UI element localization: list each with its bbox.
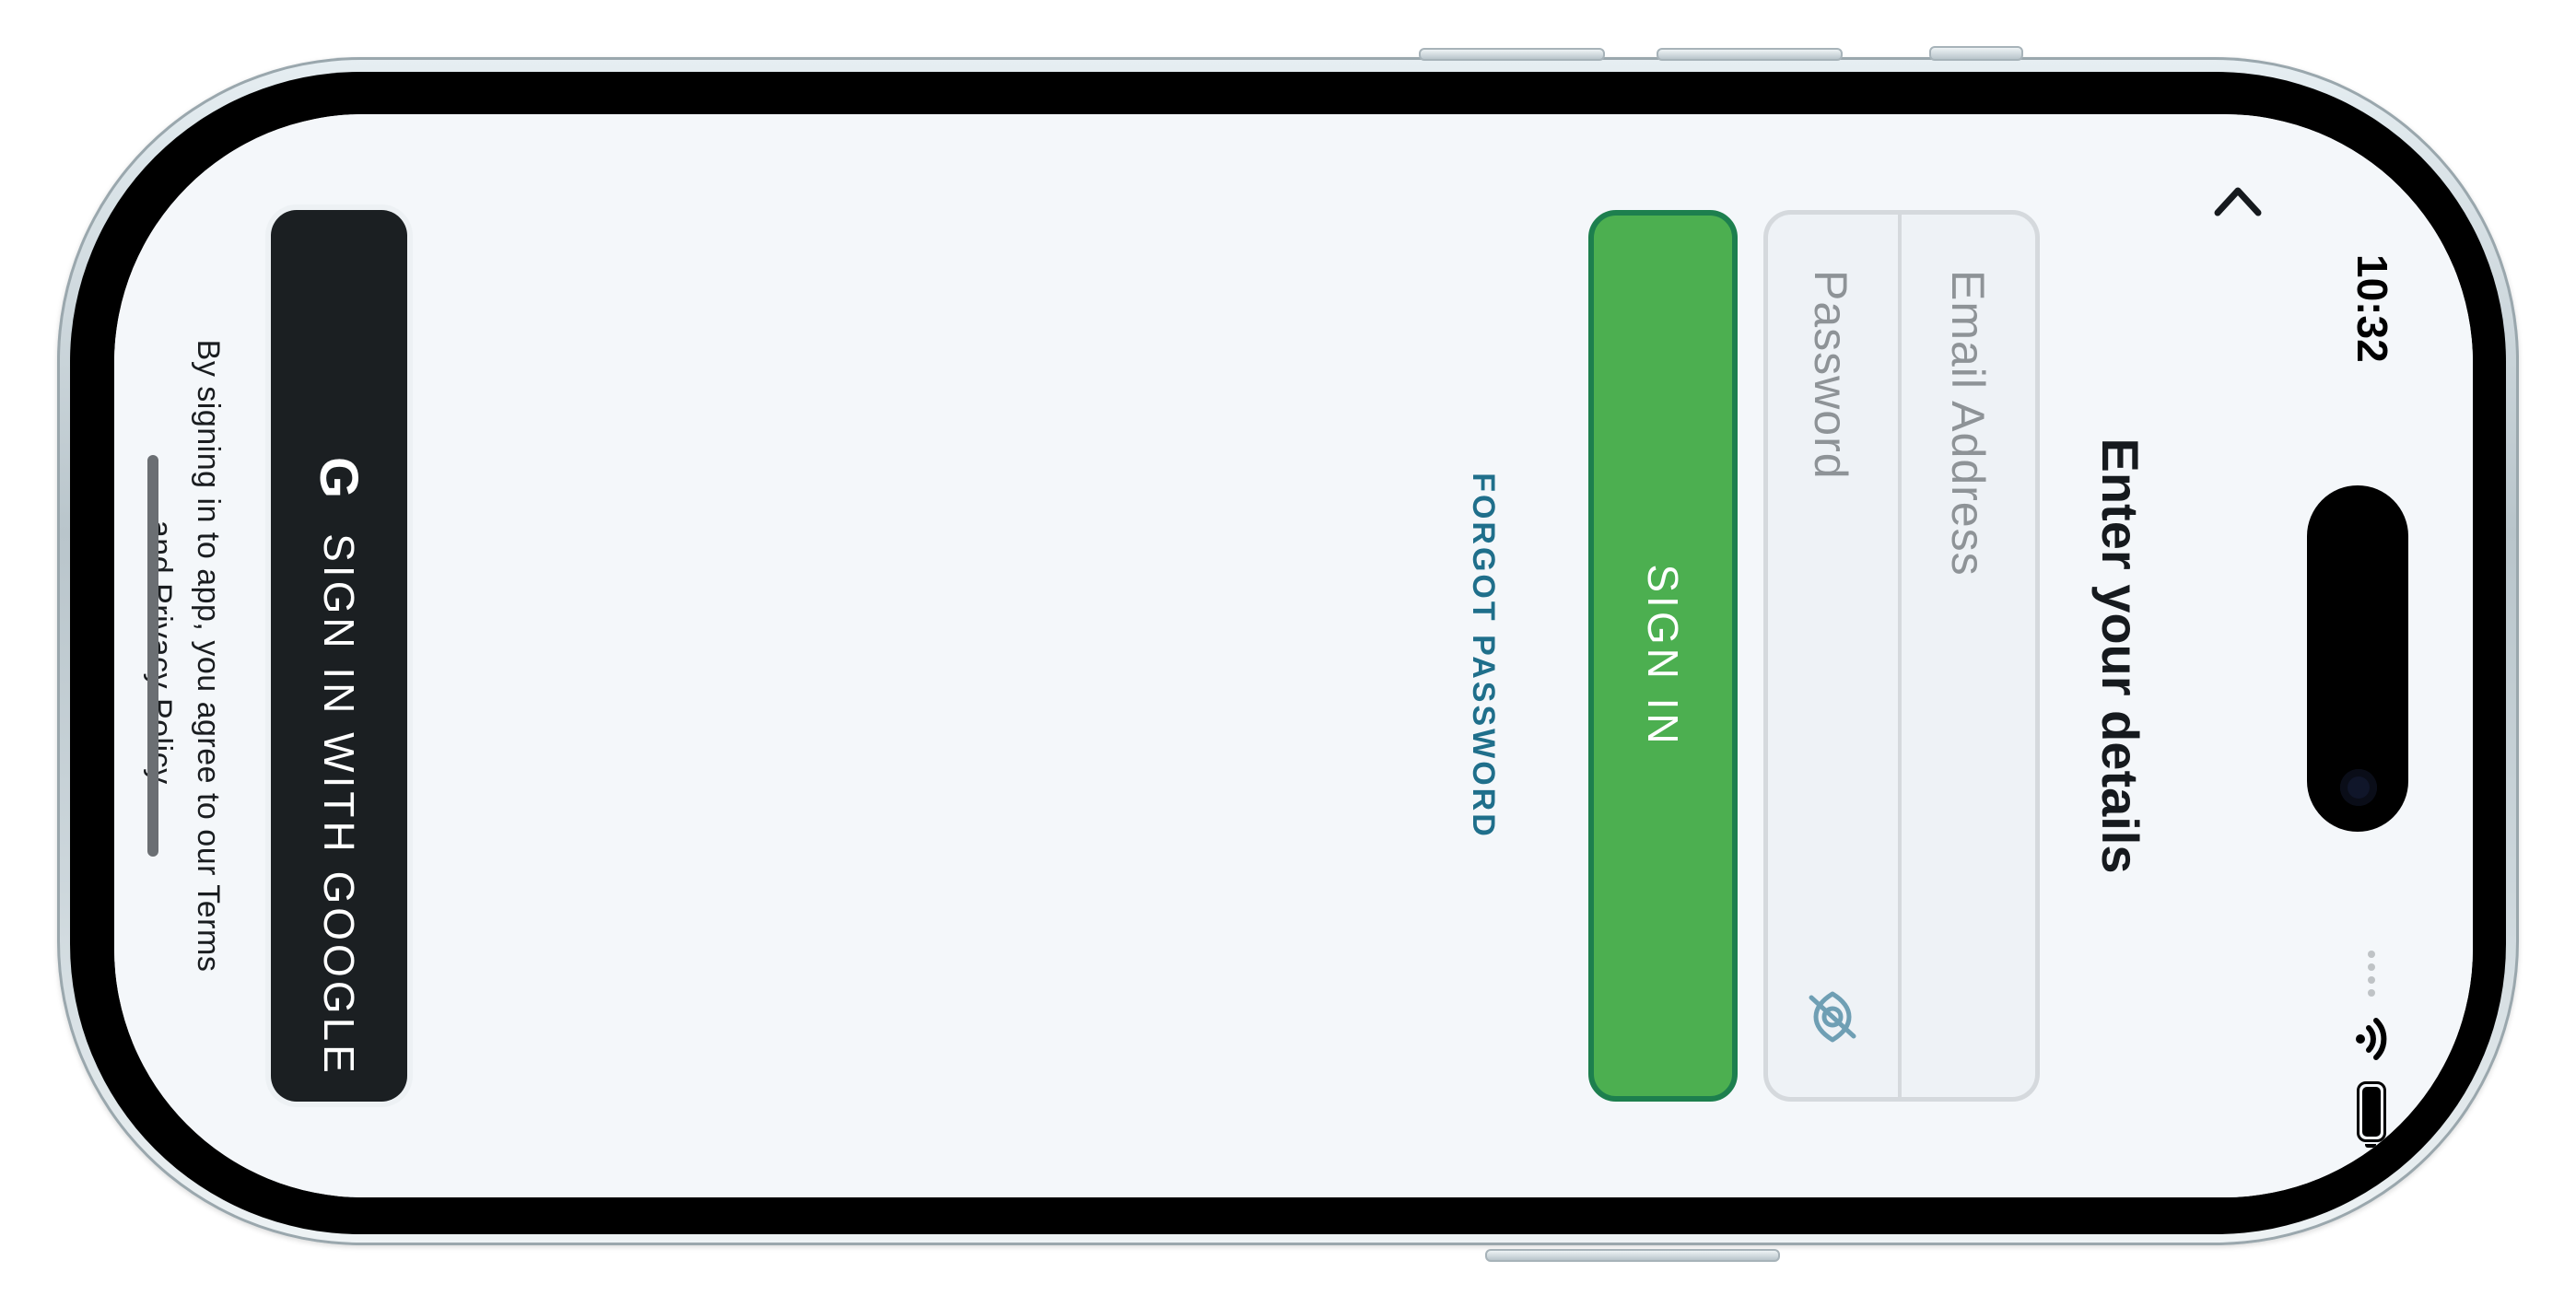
email-field[interactable] — [1941, 215, 1996, 1097]
volume-down-button — [1657, 48, 1843, 61]
password-field[interactable] — [1804, 215, 1858, 1097]
password-visibility-toggle[interactable] — [1804, 988, 1861, 1045]
login-form — [1763, 210, 2040, 1102]
page-title: Enter your details — [2091, 438, 2149, 874]
home-indicator[interactable] — [147, 455, 158, 857]
chevron-left-icon — [2214, 187, 2262, 216]
email-row — [1902, 215, 2035, 1097]
sign-in-button[interactable]: SIGN IN — [1588, 210, 1738, 1102]
status-icons — [2355, 951, 2388, 1142]
volume-up-button — [1419, 48, 1605, 61]
action-button — [1929, 46, 2023, 61]
wifi-icon — [2356, 1018, 2387, 1060]
power-button — [1485, 1249, 1780, 1262]
status-time: 10:32 — [2348, 254, 2396, 363]
battery-icon — [2357, 1081, 2386, 1142]
cellular-signal-icon — [2368, 951, 2375, 997]
google-sign-in-label: SIGN IN WITH GOOGLE — [315, 533, 363, 1077]
status-bar: 10:32 — [2307, 114, 2473, 1197]
eye-slash-icon — [1809, 991, 1856, 1043]
back-button[interactable] — [2196, 160, 2279, 243]
app-viewport: 10:32 Enter your details Email Address S… — [114, 114, 2473, 1197]
camera-icon — [2340, 769, 2377, 806]
google-icon: G — [309, 457, 369, 499]
screen: 10:32 Enter your details Email Address S… — [114, 114, 2473, 1197]
dynamic-island — [2307, 485, 2408, 832]
google-sign-in-button[interactable]: G SIGN IN WITH GOOGLE — [271, 210, 407, 1102]
forgot-password-link[interactable]: FORGOT PASSWORD — [1465, 114, 1501, 1197]
password-row — [1764, 215, 1902, 1097]
